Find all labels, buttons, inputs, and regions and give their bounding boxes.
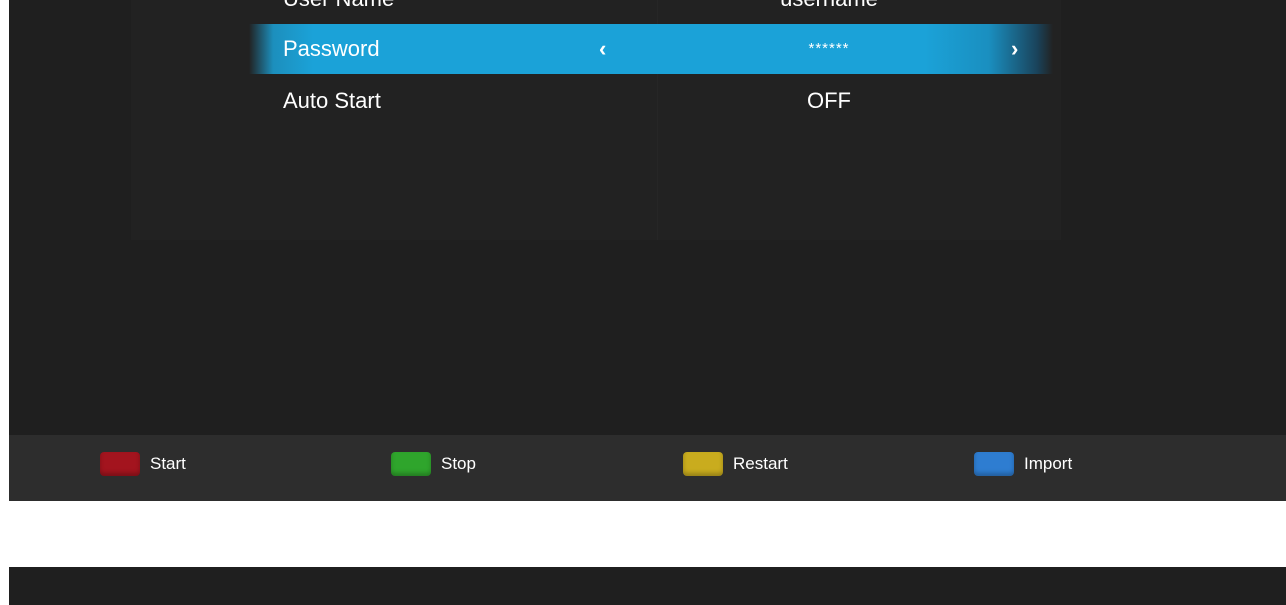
red-key-icon bbox=[100, 452, 140, 476]
yellow-key-icon bbox=[683, 452, 723, 476]
setting-row-auto-start[interactable]: Auto Start OFF bbox=[249, 76, 1053, 126]
key-label: Start bbox=[150, 454, 186, 473]
setting-row-username[interactable]: User Name username bbox=[249, 0, 1053, 24]
color-key-footer: Start Stop Restart Import bbox=[9, 435, 1286, 501]
key-label: Import bbox=[1024, 454, 1073, 473]
setting-label: Password bbox=[283, 36, 380, 61]
setting-value: ****** bbox=[808, 40, 850, 57]
key-label: Restart bbox=[733, 454, 788, 473]
chevron-left-icon[interactable]: ‹ bbox=[599, 24, 606, 74]
chevron-right-icon[interactable]: › bbox=[1011, 24, 1018, 74]
key-label: Stop bbox=[441, 454, 476, 473]
setting-row-password[interactable]: Password ‹ ****** › bbox=[249, 24, 1053, 74]
setting-value: username bbox=[709, 0, 949, 24]
green-key-icon bbox=[391, 452, 431, 476]
blue-key-icon bbox=[974, 452, 1014, 476]
setting-value: OFF bbox=[807, 88, 851, 113]
next-screen-strip bbox=[9, 567, 1286, 605]
tv-settings-screen: User Name username Password ‹ ****** › A… bbox=[9, 0, 1286, 501]
setting-label: Auto Start bbox=[283, 88, 381, 113]
setting-label: User Name bbox=[283, 0, 394, 24]
